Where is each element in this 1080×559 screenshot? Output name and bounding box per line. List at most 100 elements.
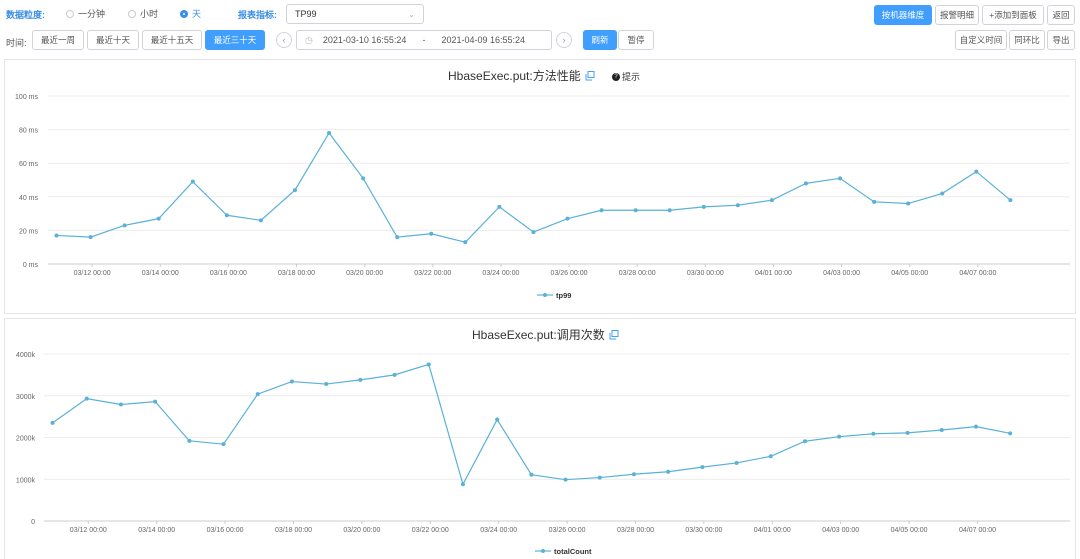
x-tick-label: 03/24 00:00 xyxy=(480,527,517,534)
y-tick-label: 20 ms xyxy=(19,228,39,235)
x-tick-label: 03/28 00:00 xyxy=(619,270,656,277)
data-point xyxy=(939,427,944,432)
data-point xyxy=(190,179,195,184)
back-button[interactable]: 返回 xyxy=(1047,5,1075,25)
count-line-chart: 0 1000k 2000k 3000k 4000k 03/12 00:00 03/14 00… xyxy=(16,352,1070,556)
data-point xyxy=(1008,198,1013,203)
data-point xyxy=(666,469,671,474)
by-machine-button[interactable]: 按机器维度 xyxy=(874,5,932,25)
data-point xyxy=(118,402,123,407)
x-tick-label: 03/22 00:00 xyxy=(412,527,449,534)
data-point xyxy=(563,477,568,482)
legend-marker xyxy=(541,549,545,553)
data-point xyxy=(289,379,294,384)
series-line-totalCount xyxy=(52,363,1011,486)
x-tick-label: 04/01 00:00 xyxy=(754,527,791,534)
data-point xyxy=(463,240,468,245)
x-tick-label: 03/30 00:00 xyxy=(687,270,724,277)
data-point xyxy=(802,439,807,444)
data-point xyxy=(122,223,127,228)
data-point xyxy=(768,454,773,459)
x-tick-label: 03/16 00:00 xyxy=(210,270,247,277)
data-point xyxy=(292,188,297,193)
refresh-button[interactable]: 刷新 xyxy=(583,30,617,50)
yoy-button[interactable]: 同环比 xyxy=(1009,30,1045,50)
x-tick-label: 04/07 00:00 xyxy=(959,270,996,277)
data-point xyxy=(324,382,329,387)
x-tick-label: 03/24 00:00 xyxy=(482,270,519,277)
radio-day[interactable]: 天 xyxy=(180,7,201,20)
y-tick-label: 2000k xyxy=(16,436,36,443)
data-point xyxy=(221,442,226,447)
data-point xyxy=(54,233,59,238)
data-point xyxy=(531,230,536,235)
x-tick-label: 04/03 00:00 xyxy=(822,527,859,534)
data-point xyxy=(88,235,93,240)
radio-label: 小时 xyxy=(140,9,159,19)
data-point xyxy=(631,472,636,477)
next-period-button[interactable]: › xyxy=(556,32,572,48)
data-point xyxy=(358,377,363,382)
range-ten-days-button[interactable]: 最近十天 xyxy=(87,30,139,50)
metric-select-value: TP99 xyxy=(295,9,317,19)
x-tick-label: 04/05 00:00 xyxy=(891,270,928,277)
data-point xyxy=(395,235,400,240)
data-point xyxy=(495,417,500,422)
y-tick-label: 60 ms xyxy=(19,161,39,168)
radio-circle-icon xyxy=(128,9,136,18)
x-tick-label: 03/12 00:00 xyxy=(74,270,111,277)
range-thirty-days-button[interactable]: 最近三十天 xyxy=(205,30,265,50)
range-week-button[interactable]: 最近一周 xyxy=(32,30,84,50)
x-tick-label: 03/12 00:00 xyxy=(70,527,107,534)
date-separator: - xyxy=(422,35,426,45)
tp99-line-chart: 0 ms 20 ms 40 ms 60 ms 80 ms 100 ms 03/12 00:0… xyxy=(15,94,1070,300)
y-tick-label: 3000k xyxy=(16,394,36,401)
x-tick-label: 03/26 00:00 xyxy=(551,270,588,277)
chevron-right-icon: › xyxy=(562,35,566,45)
data-point xyxy=(529,472,534,477)
export-button[interactable]: 导出 xyxy=(1047,30,1075,50)
data-point xyxy=(497,204,502,209)
range-fifteen-days-button[interactable]: 最近十五天 xyxy=(142,30,202,50)
y-tick-label: 40 ms xyxy=(19,195,39,202)
data-point xyxy=(700,465,705,470)
y-tick-label: 80 ms xyxy=(19,128,39,135)
data-point xyxy=(940,191,945,196)
data-point xyxy=(735,203,740,208)
x-tick-label: 04/05 00:00 xyxy=(891,527,928,534)
custom-time-button[interactable]: 自定义时间 xyxy=(955,30,1007,50)
pause-button[interactable]: 暂停 xyxy=(618,30,654,50)
data-point xyxy=(426,362,431,367)
data-point xyxy=(973,424,978,429)
data-point xyxy=(50,420,55,425)
radio-checked-icon xyxy=(180,9,188,18)
data-point xyxy=(255,392,260,397)
prev-period-button[interactable]: ‹ xyxy=(276,32,292,48)
data-point xyxy=(734,460,739,465)
y-tick-label: 0 xyxy=(31,519,35,526)
x-tick-label: 03/22 00:00 xyxy=(414,270,451,277)
legend-label: tp99 xyxy=(556,291,571,300)
x-tick-label: 03/18 00:00 xyxy=(278,270,315,277)
data-point xyxy=(327,130,332,135)
data-point xyxy=(906,201,911,206)
x-tick-label: 04/01 00:00 xyxy=(755,270,792,277)
add-to-panel-button[interactable]: +添加到面板 xyxy=(982,5,1044,25)
metric-label: 报表指标: xyxy=(238,10,277,20)
data-point xyxy=(667,208,672,213)
metric-select[interactable]: TP99 ⌄ xyxy=(286,4,424,24)
data-point xyxy=(837,434,842,439)
chevron-left-icon: ‹ xyxy=(282,35,286,45)
date-range-picker[interactable]: ◷ 2021-03-10 16:55:24 - 2021-04-09 16:55… xyxy=(296,30,552,50)
clock-icon: ◷ xyxy=(305,34,313,45)
legend-marker xyxy=(543,293,547,297)
radio-one-minute[interactable]: 一分钟 xyxy=(66,7,105,20)
data-point xyxy=(565,216,570,221)
x-tick-label: 04/07 00:00 xyxy=(959,527,996,534)
data-point xyxy=(392,372,397,377)
radio-label: 天 xyxy=(192,9,202,19)
data-point xyxy=(361,176,366,181)
alarm-detail-button[interactable]: 报警明细 xyxy=(935,5,979,25)
radio-hour[interactable]: 小时 xyxy=(128,7,158,20)
data-point xyxy=(769,198,774,203)
